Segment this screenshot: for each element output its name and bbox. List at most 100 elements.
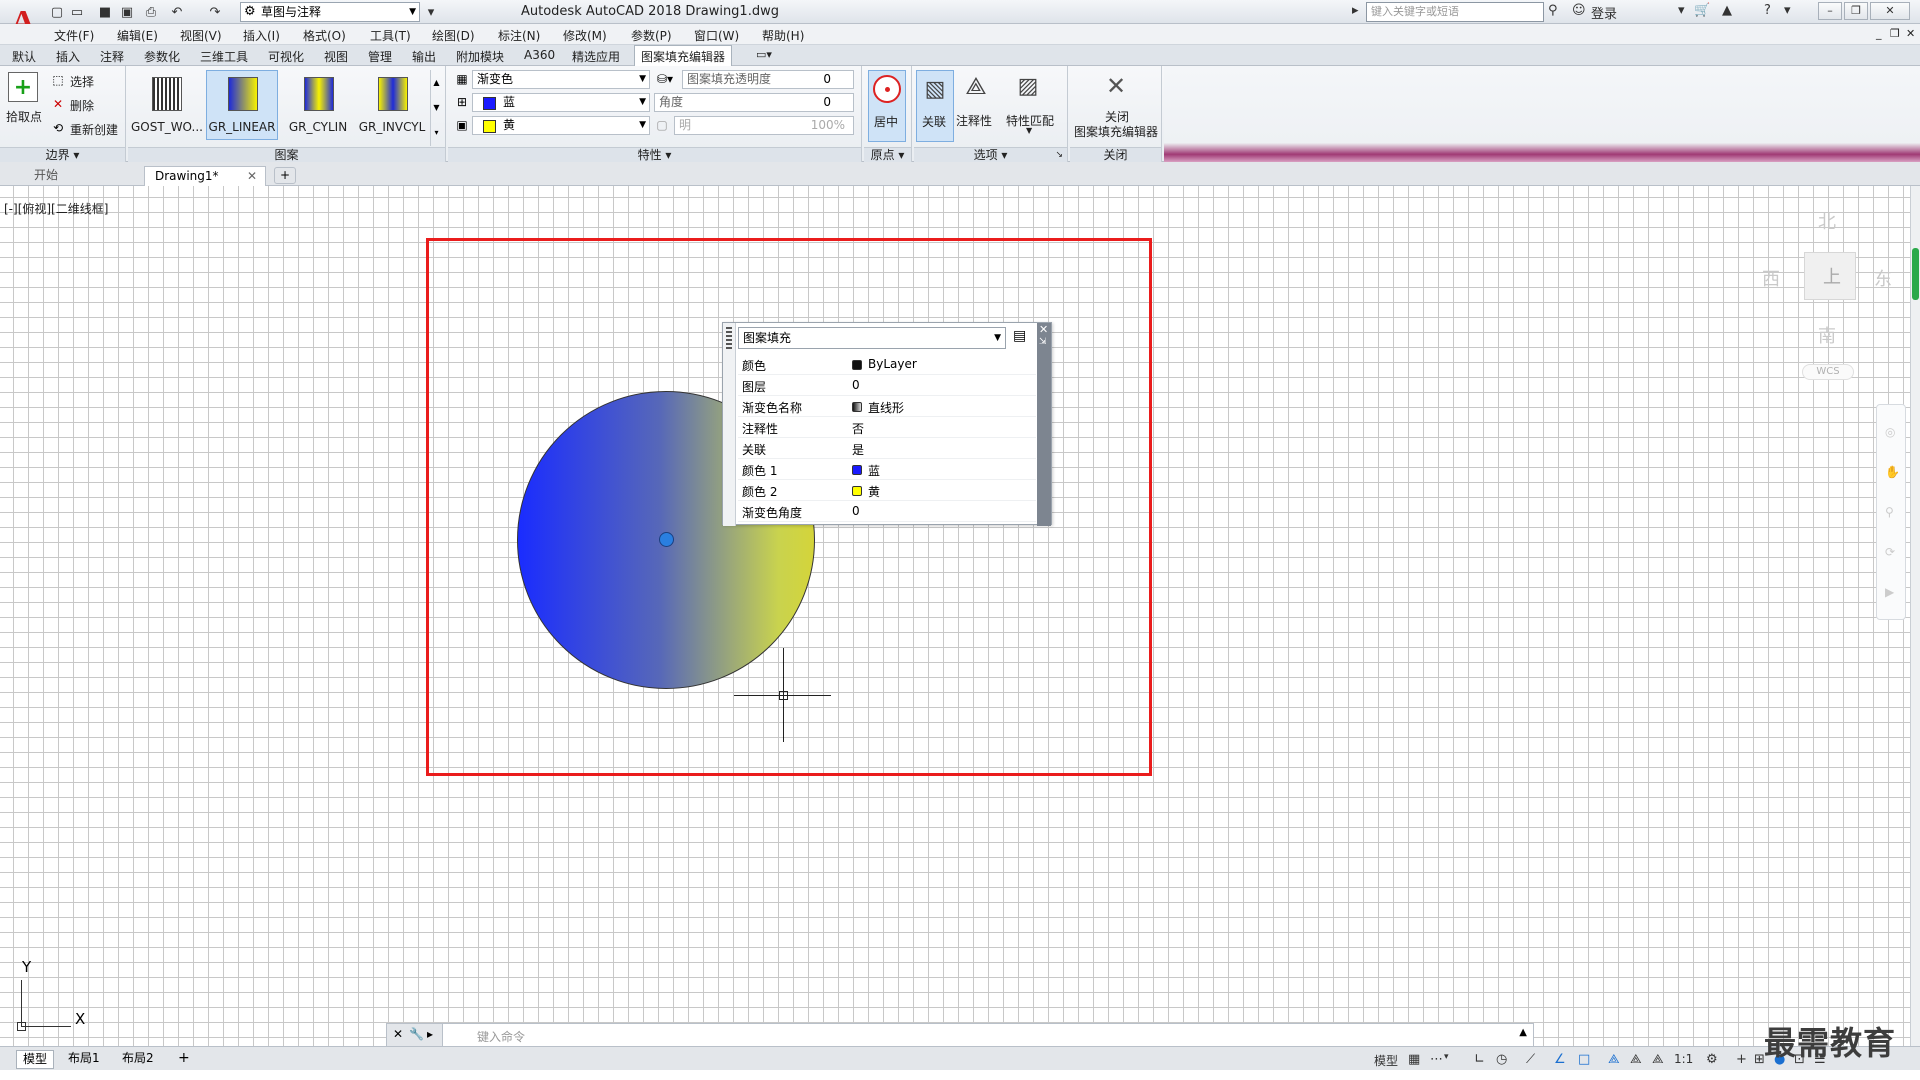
minimize-button[interactable]: – [1818, 2, 1842, 20]
close-button[interactable]: ✕ [1870, 2, 1910, 20]
pattern-gr-linear[interactable]: GR_LINEAR [206, 70, 278, 140]
tab-insert[interactable]: 插入 [56, 48, 80, 65]
tab-start[interactable]: 开始 [24, 166, 144, 186]
doc-minimize-icon[interactable]: _ [1876, 27, 1882, 40]
tab-model[interactable]: 模型 [16, 1050, 55, 1069]
isodraft-icon[interactable]: ⟋ [1526, 1052, 1535, 1067]
tab-drawing1[interactable]: Drawing1* ✕ [144, 166, 266, 186]
annotative-label[interactable]: 注释性 [956, 112, 992, 129]
close-editor-label[interactable]: 图案填充编辑器 [1074, 123, 1158, 140]
help-icon[interactable]: ? [1764, 3, 1771, 18]
menu-dimension[interactable]: 标注(N) [498, 27, 540, 44]
annotation-scale-icon[interactable]: ⟁ [1652, 1052, 1664, 1067]
chevron-down-icon[interactable]: ▾ [1784, 3, 1791, 18]
navcube-south[interactable]: 南 [1818, 322, 1836, 348]
menu-tools[interactable]: 工具(T) [370, 27, 411, 44]
annotative-icon[interactable]: ⟁ [962, 72, 990, 100]
remove-boundary-label[interactable]: 删除 [70, 97, 94, 114]
menu-modify[interactable]: 修改(M) [563, 27, 607, 44]
tab-addins[interactable]: 附加模块 [456, 48, 504, 65]
navcube-east[interactable]: 东 [1874, 265, 1892, 291]
auto-scale-icon[interactable]: ⟁ [1630, 1052, 1642, 1067]
tab-a360[interactable]: A360 [524, 48, 555, 62]
panel-options-title[interactable]: 选项 ▾ ↘ [914, 147, 1067, 162]
close-cmdline-icon[interactable]: ✕ [393, 1027, 403, 1041]
ortho-icon[interactable]: ∟ [1474, 1052, 1485, 1067]
transparency-field[interactable]: 图案填充透明度 0 [682, 70, 854, 89]
ribbon-display-toggle-icon[interactable]: ▭▾ [756, 48, 772, 61]
select-boundary-label[interactable]: 选择 [70, 73, 94, 90]
pick-points-icon[interactable]: + [8, 72, 38, 102]
tab-output[interactable]: 输出 [412, 48, 436, 65]
zoom-icon[interactable]: ⚲ [1885, 505, 1894, 519]
navcube-west[interactable]: 西 [1762, 265, 1780, 291]
gradient-color1-select[interactable]: 蓝 ▼ [472, 93, 650, 112]
pan-icon[interactable]: ✋ [1885, 465, 1900, 479]
snap-icon[interactable]: ⋯ [1430, 1052, 1443, 1067]
prop-associative[interactable]: 关联是 [738, 438, 1036, 459]
prop-color[interactable]: 颜色 ByLayer [738, 354, 1036, 375]
recreate-boundary-label[interactable]: 重新创建 [70, 121, 118, 138]
menu-view[interactable]: 视图(V) [180, 27, 222, 44]
tint-field[interactable]: 明 100% [674, 116, 854, 135]
menu-window[interactable]: 窗口(W) [694, 27, 739, 44]
menu-file[interactable]: 文件(F) [54, 27, 94, 44]
osnap-tracking-icon[interactable]: ∠ [1554, 1052, 1566, 1067]
close-hatch-editor-icon[interactable]: ✕ [1102, 72, 1130, 100]
steering-wheel-icon[interactable]: ◎ [1885, 425, 1895, 439]
binoculars-icon[interactable]: ⚲ [1548, 3, 1558, 18]
menu-format[interactable]: 格式(O) [303, 27, 346, 44]
prop-layer[interactable]: 图层 0 [738, 375, 1036, 396]
tab-default[interactable]: 默认 [12, 48, 36, 65]
recreate-boundary-icon[interactable]: ⟲ [50, 120, 66, 136]
osnap-icon[interactable]: □ [1578, 1052, 1590, 1067]
prop-gradient-name[interactable]: 渐变色名称 直线形 [738, 396, 1036, 417]
triangle-icon[interactable]: ▲ [1722, 3, 1732, 18]
tab-layout2[interactable]: 布局2 [116, 1050, 160, 1069]
vertical-scrollbar[interactable] [1910, 186, 1920, 1046]
new-tab-button[interactable]: + [274, 167, 296, 184]
doc-restore-icon[interactable]: ❐ [1890, 27, 1900, 40]
tab-parametric[interactable]: 参数化 [144, 48, 180, 65]
palette-settings-icon[interactable]: ⇲ [1039, 337, 1047, 347]
prop-gradient-angle[interactable]: 渐变色角度 0 [738, 501, 1036, 522]
showmotion-icon[interactable]: ▶ [1885, 585, 1894, 599]
chevron-down-icon[interactable]: ▾ [1678, 3, 1685, 18]
hatch-type-select[interactable]: 渐变色 ▼ [472, 70, 650, 89]
search-expand-icon[interactable]: ▸ [1352, 3, 1359, 18]
cart-icon[interactable]: 🛒 [1694, 3, 1710, 18]
viewport-controls[interactable]: [-][俯视][二维线框] [4, 200, 108, 217]
command-input[interactable]: 键入命令 [477, 1028, 525, 1045]
doc-close-icon[interactable]: ✕ [1906, 27, 1915, 40]
gradient-color2-select[interactable]: 黄 ▼ [472, 116, 650, 135]
prop-color2[interactable]: 颜色 2黄 [738, 480, 1036, 501]
object-type-select[interactable]: 图案填充 ▼ [738, 327, 1006, 349]
tab-hatch-editor[interactable]: 图案填充编辑器 [634, 45, 733, 66]
pattern-scroll[interactable]: ▲ ▼ ▾ [430, 70, 442, 146]
polar-icon[interactable]: ◷ [1496, 1052, 1507, 1067]
plus-icon[interactable]: + [1736, 1052, 1747, 1067]
remove-boundary-icon[interactable]: ✕ [50, 96, 66, 112]
palette-grip[interactable] [723, 323, 736, 526]
tab-3d-tools[interactable]: 三维工具 [200, 48, 248, 65]
menu-edit[interactable]: 编辑(E) [117, 27, 158, 44]
panel-boundary-title[interactable]: 边界 ▾ [0, 147, 125, 162]
navcube-north[interactable]: 北 [1818, 208, 1836, 234]
tab-visualize[interactable]: 可视化 [268, 48, 304, 65]
grid-icon[interactable]: ▦ [1408, 1052, 1420, 1067]
prop-annotative[interactable]: 注释性否 [738, 417, 1036, 438]
scroll-thumb[interactable] [1912, 248, 1919, 300]
restore-button[interactable]: ❐ [1844, 2, 1868, 20]
associative-button[interactable]: ▧ 关联 [916, 70, 954, 142]
angle-field[interactable]: 角度 0 [654, 93, 854, 112]
add-layout-button[interactable]: + [172, 1050, 196, 1069]
transparency-icon[interactable]: ⛁▾ [654, 71, 676, 87]
pattern-gr-cylin[interactable]: GR_CYLIN [282, 70, 354, 140]
pattern-gr-invcyl[interactable]: GR_INVCYL [356, 70, 428, 140]
user-icon[interactable]: ☺ [1572, 3, 1586, 18]
model-space-button[interactable]: 模型 [1374, 1052, 1398, 1069]
menu-help[interactable]: 帮助(H) [762, 27, 804, 44]
prop-color1[interactable]: 颜色 1蓝 [738, 459, 1036, 480]
chevron-down-icon[interactable]: ▾ [1444, 1052, 1449, 1062]
tab-annotate[interactable]: 注释 [100, 48, 124, 65]
